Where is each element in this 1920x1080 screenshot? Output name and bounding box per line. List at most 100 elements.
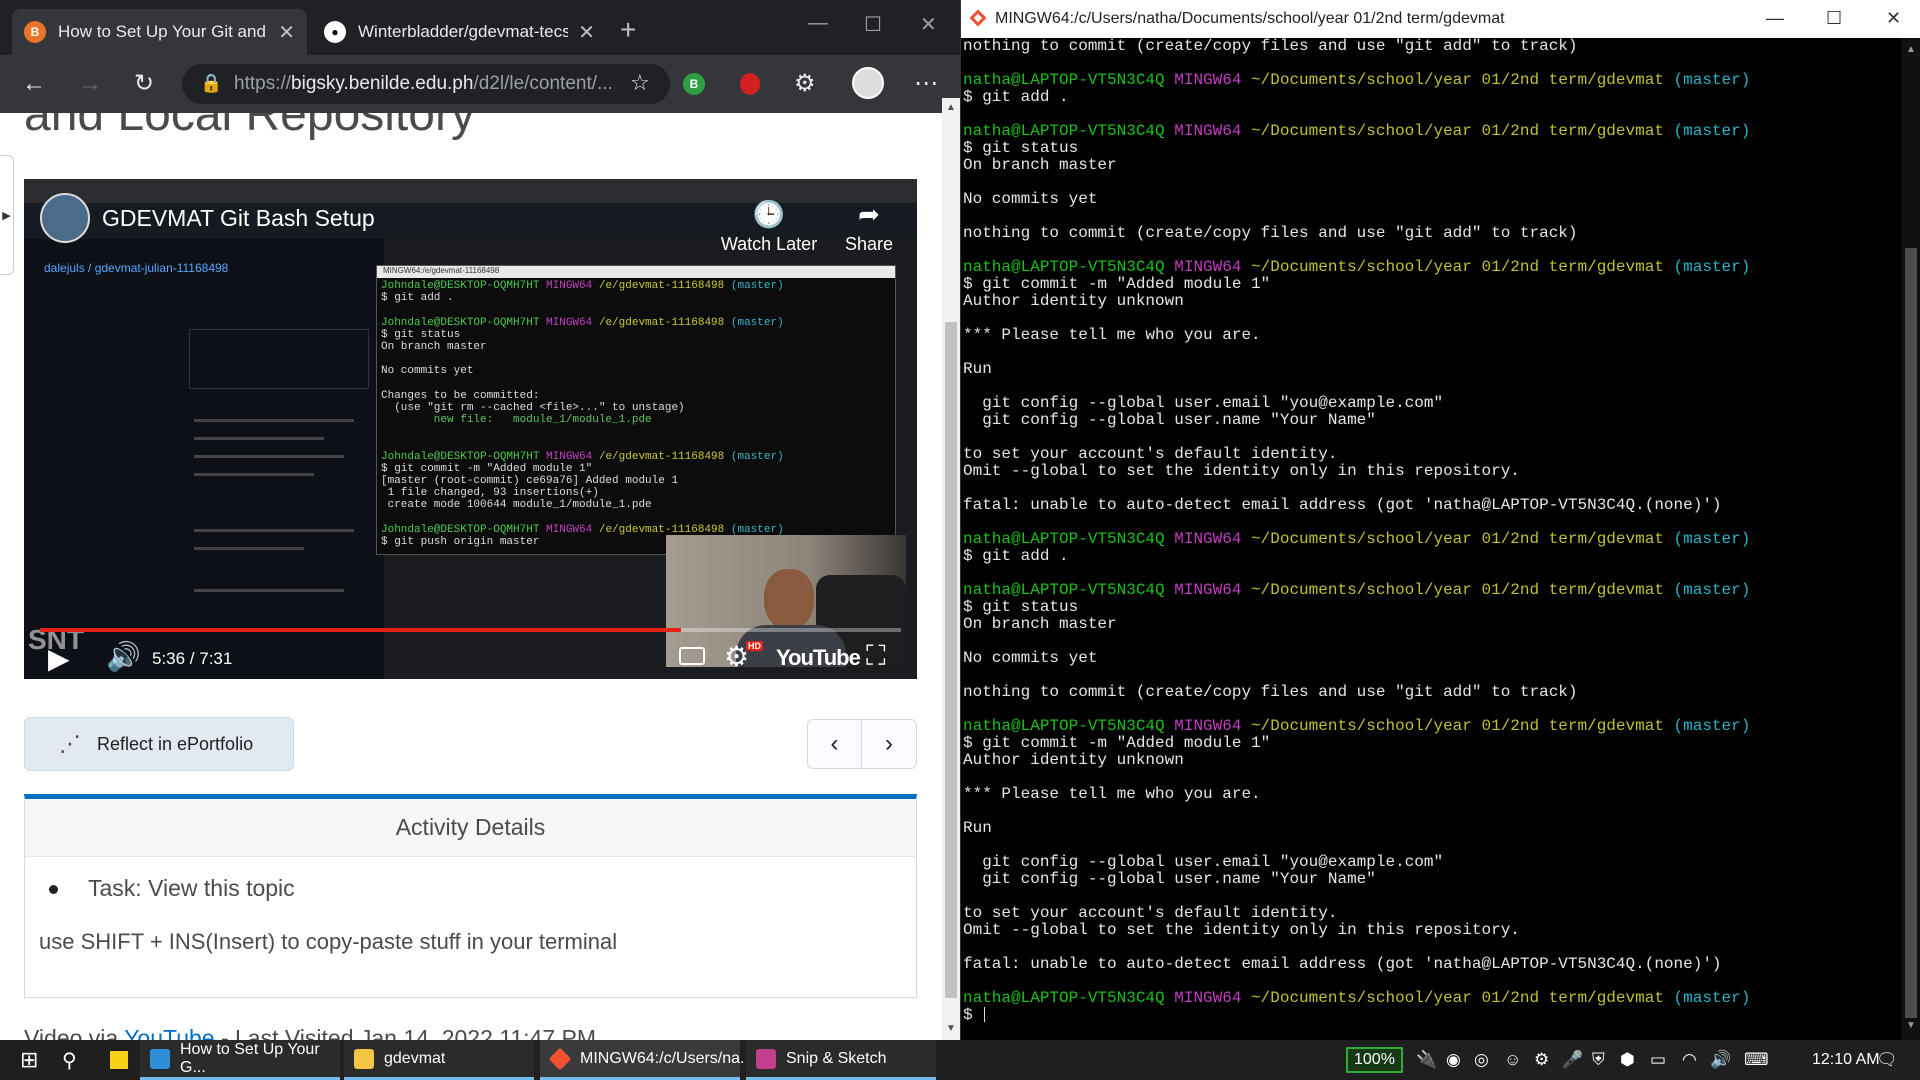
tab-brightspace[interactable]: B How to Set Up Your Git and Loca ✕ [12,9,307,55]
inner-terminal-segment: (master) [730,523,784,536]
terminal-prompt-line: natha@LAPTOP-VT5N3C4Q MINGW64 ~/Document… [963,531,1901,548]
tab-github[interactable]: ● Winterbladder/gdevmat-tecson-1 ✕ [312,9,607,55]
minimize-icon[interactable]: — [1766,8,1784,29]
microphone-icon[interactable]: 🎤 [1562,1050,1583,1070]
battery-icon[interactable]: ▭ [1650,1050,1666,1070]
terminal-output[interactable]: nothing to commit (create/copy files and… [961,38,1901,1040]
play-icon[interactable]: ▶ [48,642,70,675]
close-window-icon[interactable]: ✕ [920,12,937,37]
search-icon[interactable]: ⚲ [52,1040,82,1080]
extension-alert-icon[interactable] [740,73,760,95]
volume-icon[interactable]: 🔊 [1710,1050,1731,1070]
lock-icon[interactable]: 🔒 [200,73,222,94]
inner-terminal-segment: /e/gdevmat-11168498 [598,316,731,329]
video-quick-setup-box [189,329,369,389]
previous-topic-button[interactable]: ‹ [808,720,863,768]
system-clock[interactable]: 12:10 AM [1812,1051,1880,1069]
inner-terminal-segment: (use "git rm --cached <file>..." to unst… [381,401,685,414]
reload-icon[interactable]: ↻ [134,69,154,99]
inner-terminal-line: (use "git rm --cached <file>..." to unst… [381,402,891,414]
youtube-logo[interactable]: YouTube [776,645,861,671]
volume-icon[interactable]: 🔊 [106,640,141,673]
steam-icon[interactable]: ⚙ [1534,1050,1549,1070]
notifications-icon[interactable]: 🗨 [1876,1050,1898,1070]
git-bash-terminal-window: MINGW64:/c/Users/natha/Documents/school/… [960,0,1920,1040]
terminal-titlebar: MINGW64:/c/Users/natha/Documents/school/… [961,0,1920,38]
battery-percentage[interactable]: 100% [1346,1047,1403,1073]
wifi-icon[interactable]: ◠ [1682,1050,1697,1070]
reflect-label: Reflect in ePortfolio [97,733,254,754]
new-tab-button[interactable]: + [620,14,636,46]
close-tab-icon[interactable]: ✕ [578,20,595,45]
browser-window: B How to Set Up Your Git and Loca ✕ ● Wi… [0,0,960,1040]
shield-icon[interactable]: ⛨ [1592,1050,1605,1070]
address-bar[interactable]: 🔒 https://bigsky.benilde.edu.ph/d2l/le/c… [182,64,670,104]
inner-terminal-segment: $ git status [381,328,461,341]
windows-start-icon[interactable]: ⊞ [10,1040,40,1080]
taskbar-app-snip-sketch[interactable]: Snip & Sketch [746,1040,936,1080]
record-icon[interactable]: ◎ [1474,1050,1489,1070]
taskbar-app-edge[interactable]: How to Set Up Your G... [140,1040,340,1080]
inner-terminal-line: $ git commit -m "Added module 1" [381,463,891,475]
watch-later-button[interactable]: 🕒 Watch Later [714,199,824,255]
next-topic-button[interactable]: › [862,720,916,768]
security-icon[interactable]: ⬢ [1620,1050,1635,1070]
scroll-up-arrow-icon[interactable]: ▲ [1906,44,1916,55]
video-progress-bar[interactable] [40,628,901,632]
minimize-icon[interactable]: — [808,12,828,35]
bookmark-star-icon[interactable]: ☆ [630,70,650,96]
maximize-icon[interactable]: ☐ [864,12,882,37]
nvidia-icon[interactable]: ◉ [1446,1050,1461,1070]
scroll-down-arrow-icon[interactable]: ▼ [1906,1020,1916,1031]
browser-toolbar: ← → ↻ 🔒 https://bigsky.benilde.edu.ph/d2… [0,55,960,146]
taskbar-app-git-bash[interactable]: MINGW64:/c/Users/na... [540,1040,753,1080]
inner-terminal-segment: $ git push origin master [381,535,540,548]
page-scrollbar[interactable]: ▲ ▼ [942,98,960,1040]
scrollbar-thumb[interactable] [1905,248,1917,1018]
tab-title: How to Set Up Your Git and Loca [58,22,268,41]
extensions-puzzle-icon[interactable]: ⚙ [794,69,816,99]
inner-terminal-segment: (master) [730,316,784,329]
inner-terminal-segment: (master) [730,280,784,292]
video-title[interactable]: GDEVMAT Git Bash Setup [102,205,375,232]
scrollbar-thumb[interactable] [945,322,957,998]
brightspace-icon: B [24,21,46,43]
maximize-icon[interactable]: ☐ [1826,8,1842,29]
reflect-in-eportfolio-button[interactable]: ⋰ Reflect in ePortfolio [24,717,294,771]
prompt-system: MINGW64 [1174,581,1252,599]
channel-avatar[interactable] [40,193,90,243]
taskbar-app-explorer[interactable]: gdevmat [344,1040,534,1080]
menu-dots-icon[interactable]: ⋯ [914,69,938,99]
terminal-output-line: *** Please tell me who you are. [963,326,1261,344]
terminal-prompt-line: natha@LAPTOP-VT5N3C4Q MINGW64 ~/Document… [963,259,1901,276]
sticky-notes-icon[interactable] [100,1040,130,1080]
youtube-link[interactable]: YouTube [124,1025,214,1040]
close-window-icon[interactable]: ✕ [1886,8,1901,29]
back-icon[interactable]: ← [22,69,46,99]
share-button[interactable]: ➦ Share [834,199,904,255]
scroll-down-arrow-icon[interactable]: ▼ [946,1023,956,1034]
terminal-cursor [984,1007,986,1023]
extension-icon[interactable]: B [683,73,705,95]
keyboard-icon[interactable]: ⌨ [1744,1050,1769,1070]
prompt-branch: (master) [1673,530,1751,548]
profile-avatar[interactable] [852,67,884,99]
terminal-output-line: Omit --global to set the identity only i… [963,462,1520,480]
terminal-input-line[interactable]: $ [963,1007,1901,1024]
captions-icon[interactable] [679,647,705,665]
sidebar-toggle-button[interactable]: ▶ [0,155,14,275]
taskbar-app-label: How to Set Up Your G... [180,1040,320,1076]
terminal-scrollbar[interactable]: ▲ ▼ [1901,38,1920,1040]
inner-terminal-line [381,438,891,450]
discord-icon[interactable]: ☺ [1504,1050,1521,1070]
youtube-video-player[interactable]: dalejuls / gdevmat-julian-11168498 MINGW… [24,179,917,679]
power-plug-icon[interactable]: 🔌 [1416,1050,1437,1070]
close-tab-icon[interactable]: ✕ [278,20,295,45]
scroll-up-arrow-icon[interactable]: ▲ [946,102,956,113]
inner-terminal-line: Changes to be committed: [381,390,891,402]
prompt-system: MINGW64 [1174,122,1252,140]
forward-icon[interactable]: → [78,69,102,99]
fullscreen-icon[interactable]: ⛶ [866,640,886,673]
